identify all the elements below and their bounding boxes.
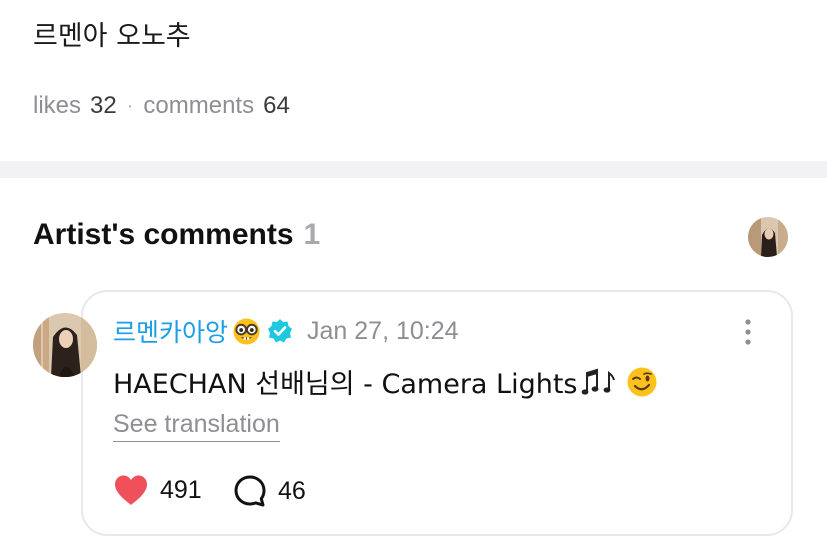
winking-face-emoji (627, 367, 656, 396)
comment-text: HAECHAN 선배님의 - Camera Lights (113, 369, 578, 400)
more-options-icon[interactable] (740, 318, 756, 346)
comment-author-avatar[interactable] (33, 313, 97, 377)
stats-separator: · (126, 94, 134, 117)
like-count: 491 (160, 475, 202, 504)
nerd-face-emoji (233, 317, 260, 345)
artist-comments-title: Artist's comments 1 (33, 218, 320, 252)
comment-header: 르멘카아앙 Jan 27, 10:24 (113, 314, 459, 348)
like-button[interactable]: 491 (113, 474, 202, 506)
reply-button[interactable]: 46 (233, 474, 306, 508)
post-text: 르멘아 오노추 (33, 21, 191, 52)
comment-bubble-icon (234, 475, 266, 507)
music-notes-icon (581, 368, 615, 395)
heart-icon (115, 475, 147, 505)
comment-timestamp: Jan 27, 10:24 (307, 316, 459, 345)
comment-body: HAECHAN 선배님의 - Camera Lights (113, 362, 658, 401)
post-stats: likes 32 · comments 64 (33, 92, 290, 120)
artist-comments-count: 1 (303, 218, 321, 251)
reply-count: 46 (278, 476, 306, 505)
comment-author-name[interactable]: 르멘카아앙 (113, 313, 228, 349)
comments-count: 64 (263, 92, 290, 119)
artist-comments-heading: Artist's comments (33, 218, 294, 251)
comments-label: comments (143, 92, 255, 119)
verified-badge-icon (268, 319, 293, 343)
see-translation-link[interactable]: See translation (113, 410, 280, 442)
author-photo-icon (33, 313, 97, 377)
artist-photo-icon (748, 217, 788, 257)
likes-label: likes (33, 92, 82, 119)
section-divider (0, 161, 827, 178)
artist-avatar-header[interactable] (748, 217, 788, 257)
likes-count: 32 (90, 92, 117, 119)
